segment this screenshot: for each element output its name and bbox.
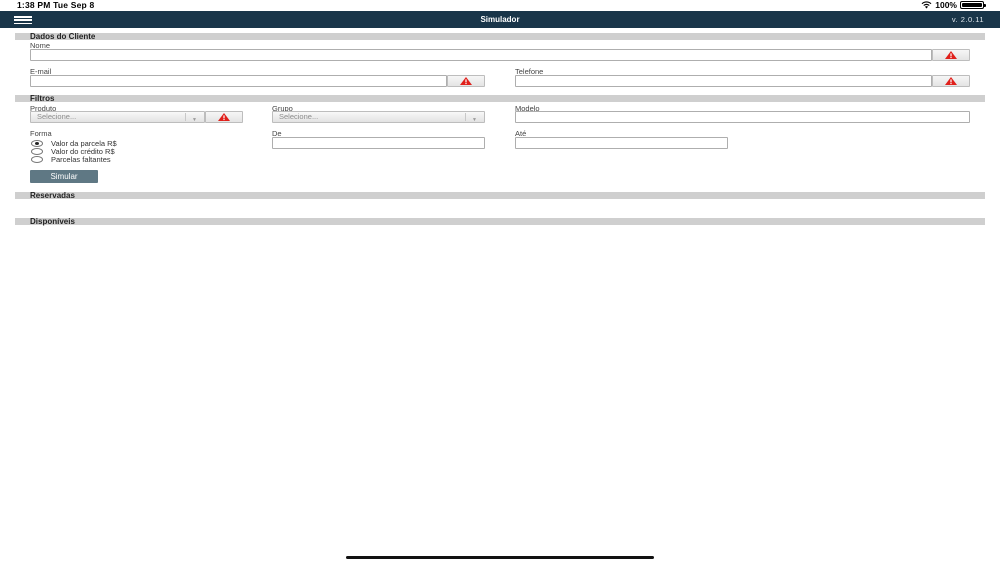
telefone-warning-button[interactable] <box>932 75 970 87</box>
page-title: Simulador <box>480 15 520 24</box>
warning-triangle-icon <box>460 77 472 85</box>
email-warning-button[interactable] <box>447 75 485 87</box>
status-time: 1:38 PM Tue Sep 8 <box>17 0 95 10</box>
section-filtros: Filtros <box>15 95 985 103</box>
telefone-input[interactable] <box>515 75 932 87</box>
forma-option-label: Parcelas faltantes <box>51 155 111 164</box>
warning-triangle-icon <box>945 77 957 85</box>
chevron-down-icon: ▼ <box>472 117 477 123</box>
version-label: v. 2.0.11 <box>951 15 984 24</box>
warning-triangle-icon <box>945 51 957 59</box>
battery-percent: 100% <box>935 0 957 10</box>
section-reservadas[interactable]: Reservadas <box>15 192 985 200</box>
grupo-select-value: Selecione... <box>279 112 319 121</box>
nome-input[interactable] <box>30 49 932 61</box>
home-indicator[interactable] <box>346 556 654 559</box>
radio-button[interactable] <box>31 148 43 155</box>
simulate-button[interactable]: Simular <box>30 170 98 183</box>
ate-input[interactable] <box>515 137 728 149</box>
modelo-input[interactable] <box>515 111 970 123</box>
status-bar: 1:38 PM Tue Sep 8 100% <box>0 0 1000 11</box>
grupo-select[interactable]: Selecione... ▼ <box>272 111 485 123</box>
forma-label: Forma <box>30 129 52 138</box>
forma-option-faltantes[interactable]: Parcelas faltantes <box>31 155 111 164</box>
navbar: Simulador v. 2.0.11 <box>0 11 1000 28</box>
radio-button[interactable] <box>31 156 43 163</box>
section-dados-cliente: Dados do Cliente <box>15 33 985 41</box>
email-input[interactable] <box>30 75 447 87</box>
chevron-down-icon: ▼ <box>192 117 197 123</box>
section-disponiveis[interactable]: Disponíveis <box>15 218 985 226</box>
wifi-icon <box>921 1 932 9</box>
de-input[interactable] <box>272 137 485 149</box>
produto-select[interactable]: Selecione... ▼ <box>30 111 205 123</box>
produto-warning-button[interactable] <box>205 111 243 123</box>
radio-button-checked[interactable] <box>31 140 43 147</box>
produto-select-value: Selecione... <box>37 112 77 121</box>
battery-icon <box>960 1 986 9</box>
status-indicators: 100% <box>921 0 986 10</box>
nome-warning-button[interactable] <box>932 49 970 61</box>
warning-triangle-icon <box>218 113 230 121</box>
